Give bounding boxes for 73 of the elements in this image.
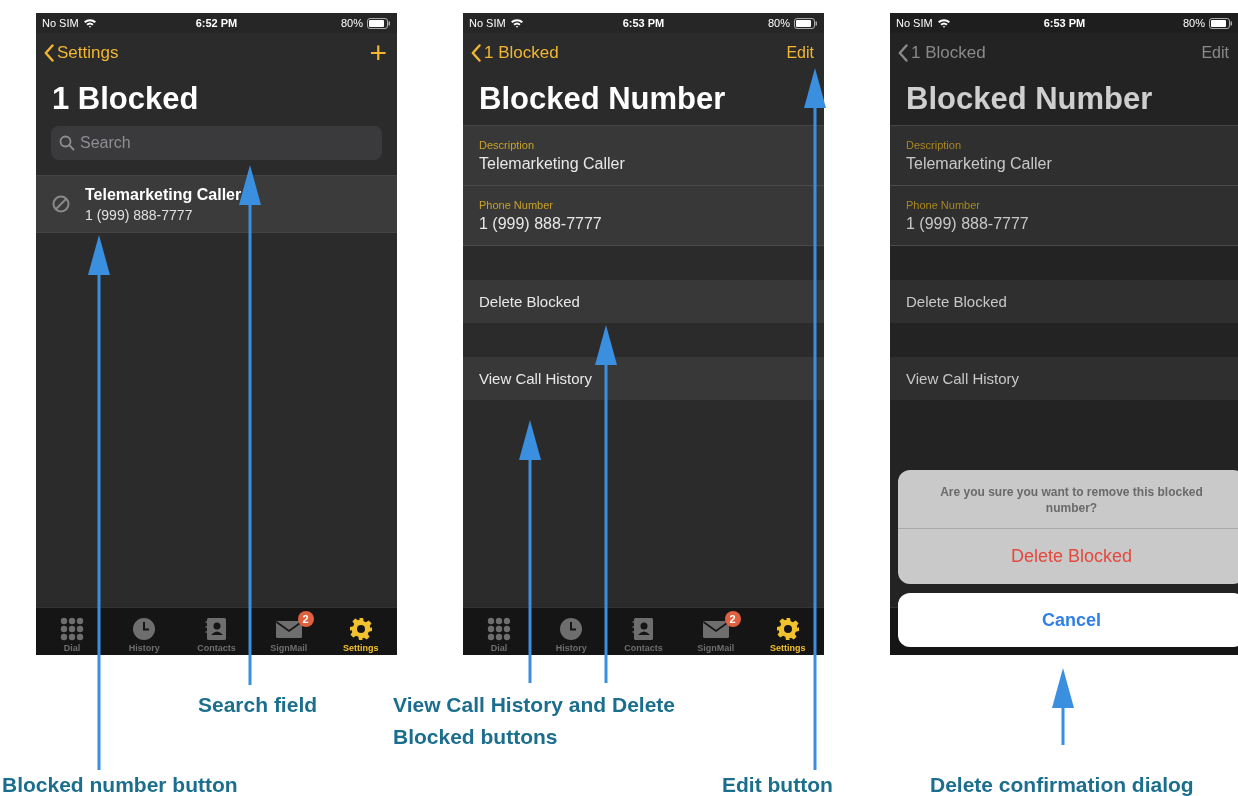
battery-icon (794, 17, 818, 29)
field-label: Phone Number (906, 198, 981, 211)
search-icon (59, 135, 75, 151)
list-button[interactable]: View Call History (463, 357, 824, 400)
battery-percent: 80% (767, 17, 790, 29)
chevron-left-icon (898, 44, 908, 62)
blocked-icon (51, 194, 71, 214)
wifi-icon (509, 18, 524, 28)
callout-caption: Edit button (722, 772, 833, 796)
back-button[interactable]: Settings (44, 43, 119, 63)
screen-title: Blocked Number (905, 80, 1154, 118)
contact-name: Telemarketing Caller (85, 185, 242, 204)
carrier-label: No SIM (469, 17, 506, 29)
tab-item[interactable]: Contacts (612, 610, 675, 653)
cancel-button[interactable]: Cancel (898, 593, 1238, 647)
tab-item[interactable]: Settings (329, 610, 392, 653)
keypad-icon (487, 617, 512, 641)
tab-item[interactable]: Contacts (185, 610, 248, 653)
clock-icon (132, 617, 157, 641)
callout-caption: Search field (198, 692, 318, 718)
clock-icon (559, 617, 584, 641)
edit-button[interactable]: Edit (1201, 44, 1229, 62)
field-value: 1 (999) 888-7777 (479, 214, 603, 233)
callout-caption: Blocked number button (2, 772, 238, 796)
blocked-number-button[interactable]: Telemarketing Caller 1 (999) 888-7777 (36, 175, 397, 233)
tab-item[interactable]: 2 SignMail (257, 610, 320, 653)
field-value: 1 (999) 888-7777 (906, 214, 1030, 233)
delete-blocked-button[interactable]: Delete Blocked (898, 529, 1238, 584)
battery-percent: 80% (340, 17, 363, 29)
tab-item[interactable]: History (540, 610, 603, 653)
list-button[interactable]: View Call History (890, 357, 1238, 400)
settings-icon (775, 617, 800, 641)
wifi-icon (82, 18, 97, 28)
unread-badge: 2 (297, 611, 314, 627)
add-button[interactable]: + (369, 38, 387, 68)
tab-item[interactable]: Dial (468, 610, 531, 653)
field-label: Phone Number (479, 198, 554, 211)
battery-icon (367, 17, 391, 29)
field-label: Description (479, 138, 536, 151)
tab-item[interactable]: Dial (41, 610, 104, 653)
screen-title: 1 Blocked (51, 80, 200, 118)
unread-badge: 2 (724, 611, 741, 627)
tab-item[interactable]: History (113, 610, 176, 653)
address-book-icon (204, 617, 229, 641)
wifi-icon (936, 18, 951, 28)
tab-item[interactable]: Settings (756, 610, 819, 653)
keypad-icon (60, 617, 85, 641)
address-book-icon (631, 617, 656, 641)
list-button[interactable]: Delete Blocked (890, 280, 1238, 323)
list-button[interactable]: Delete Blocked (463, 280, 824, 323)
settings-icon (348, 617, 373, 641)
battery-icon (1209, 17, 1233, 29)
back-button[interactable]: 1 Blocked (471, 43, 559, 63)
chevron-left-icon (471, 44, 481, 62)
status-time: 6:52 PM (195, 17, 238, 29)
search-field[interactable]: Search (51, 126, 382, 160)
carrier-label: No SIM (42, 17, 79, 29)
screen-title: Blocked Number (478, 80, 727, 118)
callout-caption: Delete confirmation dialog (930, 772, 1194, 796)
field-value: Telemarketing Caller (479, 154, 626, 173)
edit-button[interactable]: Edit (786, 44, 814, 62)
status-time: 6:53 PM (622, 17, 665, 29)
field-value: Telemarketing Caller (906, 154, 1053, 173)
status-time: 6:53 PM (1043, 17, 1086, 29)
chevron-left-icon (44, 44, 54, 62)
phone-number: 1 (999) 888-7777 (85, 206, 194, 223)
tab-item[interactable]: 2 SignMail (684, 610, 747, 653)
battery-percent: 80% (1182, 17, 1205, 29)
dialog-message: Are you sure you want to remove this blocked number? (898, 470, 1238, 529)
field-label: Description (906, 138, 963, 151)
callout-caption: View Call History and Delete Blocked buttons (393, 692, 677, 750)
back-button[interactable]: 1 Blocked (898, 43, 986, 63)
carrier-label: No SIM (896, 17, 933, 29)
